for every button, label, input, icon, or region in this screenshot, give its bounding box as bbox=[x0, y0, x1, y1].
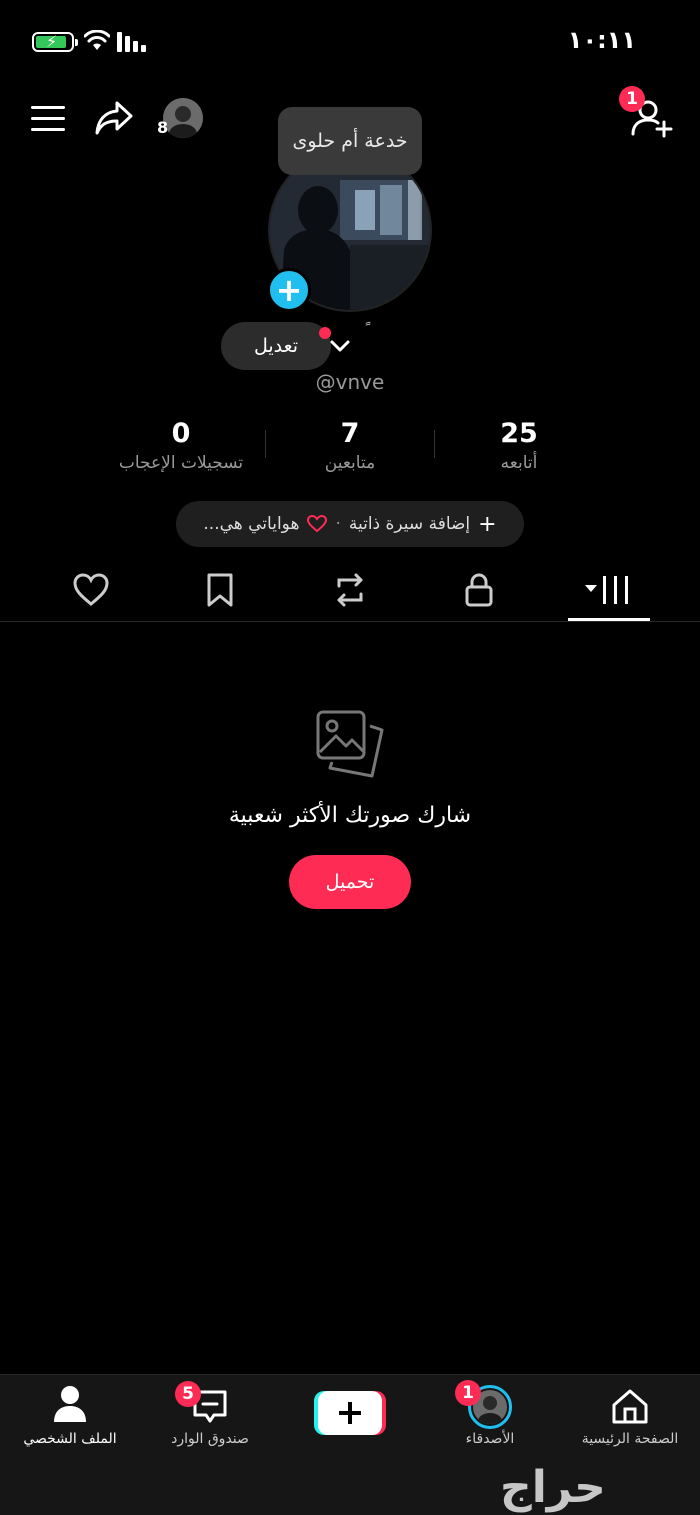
tab-videos[interactable] bbox=[569, 560, 649, 620]
story-avatar[interactable] bbox=[163, 98, 203, 138]
tab-reposts[interactable] bbox=[310, 560, 390, 620]
viewer-count: 8 bbox=[157, 118, 169, 137]
nav-inbox[interactable]: 5 صندوق الوارد bbox=[140, 1375, 280, 1475]
add-bio-label: إضافة سيرة ذاتية bbox=[348, 514, 471, 534]
signal-icon bbox=[117, 32, 146, 52]
likes-label: تسجيلات الإعجاب bbox=[118, 453, 244, 473]
hobbies-label: هواياتي هي... bbox=[203, 514, 300, 534]
nav-profile-label: الملف الشخصي bbox=[23, 1431, 117, 1447]
heart-icon bbox=[73, 573, 109, 606]
following-stat[interactable]: 25 أتابعه bbox=[429, 418, 609, 473]
following-count: 25 bbox=[500, 418, 538, 449]
chevron-down-icon[interactable] bbox=[329, 338, 351, 354]
heart-icon bbox=[307, 515, 328, 533]
nav-inbox-label: صندوق الوارد bbox=[171, 1431, 249, 1447]
active-tab-indicator bbox=[568, 618, 650, 621]
empty-state-message: شارك صورتك الأكثر شعبية bbox=[228, 803, 472, 828]
status-tooltip[interactable]: خدعة أم حلوى bbox=[278, 107, 422, 175]
followers-count: 7 bbox=[340, 418, 360, 449]
friends-badge: 1 bbox=[455, 1380, 481, 1406]
lock-icon bbox=[465, 573, 493, 607]
profile-icon bbox=[54, 1386, 86, 1422]
tab-liked[interactable] bbox=[51, 560, 131, 620]
nav-friends[interactable]: 1 الأصدقاء bbox=[420, 1375, 560, 1475]
clock: ١٠:١١ bbox=[567, 26, 636, 54]
add-bio-button[interactable]: + إضافة سيرة ذاتية · هواياتي هي... bbox=[176, 501, 524, 547]
likes-stat[interactable]: 0 تسجيلات الإعجاب bbox=[91, 418, 271, 473]
plus-icon: + bbox=[478, 511, 497, 537]
add-avatar-button[interactable]: + bbox=[267, 268, 311, 312]
profile-tabs bbox=[0, 560, 700, 622]
menu-icon[interactable] bbox=[30, 104, 66, 134]
wifi-icon bbox=[84, 30, 110, 50]
nav-profile[interactable]: الملف الشخصي bbox=[0, 1375, 140, 1475]
likes-count: 0 bbox=[171, 418, 191, 449]
username: @vnve bbox=[315, 370, 385, 394]
plus-icon bbox=[314, 1391, 386, 1435]
home-icon bbox=[612, 1389, 648, 1424]
share-icon[interactable] bbox=[94, 100, 134, 136]
add-friend-badge: 1 bbox=[619, 86, 645, 112]
following-label: أتابعه bbox=[500, 453, 538, 473]
inbox-badge: 5 bbox=[175, 1381, 201, 1407]
bookmark-icon bbox=[207, 573, 233, 607]
watermark: حراج bbox=[500, 1462, 606, 1513]
edit-profile-button[interactable]: تعديل bbox=[221, 322, 331, 370]
bio-separator: · bbox=[335, 514, 341, 534]
followers-label: متابعين bbox=[324, 453, 376, 473]
followers-stat[interactable]: 7 متابعين bbox=[260, 418, 440, 473]
tab-private[interactable] bbox=[439, 560, 519, 620]
battery-icon: ⚡ bbox=[32, 32, 78, 52]
create-button[interactable] bbox=[314, 1389, 386, 1437]
grid-dropdown-icon bbox=[585, 576, 628, 604]
nav-friends-label: الأصدقاء bbox=[465, 1431, 515, 1447]
tab-favorites[interactable] bbox=[180, 560, 260, 620]
repost-icon bbox=[337, 573, 363, 607]
nav-home[interactable]: الصفحة الرئيسية bbox=[560, 1375, 700, 1475]
photos-icon bbox=[316, 710, 384, 778]
upload-button[interactable]: تحميل bbox=[289, 855, 411, 909]
nav-home-label: الصفحة الرئيسية bbox=[581, 1431, 679, 1447]
